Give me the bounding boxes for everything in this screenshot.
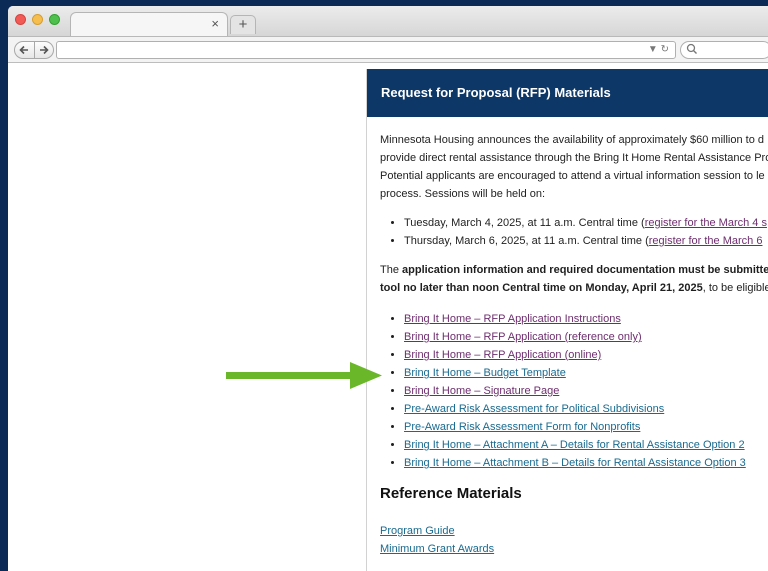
document-link[interactable]: Bring It Home – Signature Page bbox=[404, 385, 559, 397]
register-link-march-4[interactable]: register for the March 4 s bbox=[645, 217, 767, 229]
window-controls bbox=[15, 14, 60, 25]
list-item: Bring It Home – Attachment A – Details f… bbox=[404, 436, 768, 454]
browser-tab[interactable]: × bbox=[70, 12, 228, 36]
arrow-left-icon bbox=[19, 45, 29, 55]
nav-buttons bbox=[14, 41, 54, 59]
submit-text: The bbox=[380, 264, 403, 276]
list-item: Bring It Home – Signature Page bbox=[404, 382, 768, 400]
program-guide-link[interactable]: Program Guide bbox=[380, 525, 455, 537]
list-item: Bring It Home – Attachment B – Details f… bbox=[404, 454, 768, 472]
list-item: Bring It Home – RFP Application (online) bbox=[404, 346, 768, 364]
document-link[interactable]: Pre-Award Risk Assessment Form for Nonpr… bbox=[404, 421, 640, 433]
intro-line: provide direct rental assistance through… bbox=[380, 152, 768, 164]
address-bar[interactable]: ▼ ↻ bbox=[56, 41, 676, 59]
list-item: Bring It Home – RFP Application Instruct… bbox=[404, 310, 768, 328]
close-window-button[interactable] bbox=[15, 14, 26, 25]
rfp-panel: Request for Proposal (RFP) Materials Min… bbox=[366, 69, 768, 571]
forward-button[interactable] bbox=[35, 42, 54, 58]
minimize-window-button[interactable] bbox=[32, 14, 43, 25]
list-item: Tuesday, March 4, 2025, at 11 a.m. Centr… bbox=[404, 214, 768, 232]
intro-line: process. Sessions will be held on: bbox=[380, 188, 546, 200]
document-link[interactable]: Bring It Home – Attachment A – Details f… bbox=[404, 439, 745, 451]
browser-toolbar: ▼ ↻ bbox=[8, 36, 768, 63]
intro-paragraph: Minnesota Housing announces the availabi… bbox=[380, 131, 768, 203]
tab-close-icon[interactable]: × bbox=[211, 16, 219, 31]
intro-line: Minnesota Housing announces the availabi… bbox=[380, 134, 765, 146]
document-link[interactable]: Pre-Award Risk Assessment for Political … bbox=[404, 403, 664, 415]
document-link[interactable]: Bring It Home – RFP Application (referen… bbox=[404, 331, 642, 343]
list-item: Bring It Home – RFP Application (referen… bbox=[404, 328, 768, 346]
reference-list: Program Guide Minimum Grant Awards bbox=[380, 522, 768, 558]
new-tab-button[interactable]: + bbox=[230, 15, 256, 34]
dropdown-icon[interactable]: ▼ bbox=[648, 44, 658, 55]
panel-body: Minnesota Housing announces the availabi… bbox=[367, 131, 768, 558]
session-text: Tuesday, March 4, 2025, at 11 a.m. Centr… bbox=[404, 217, 645, 229]
submission-paragraph: The application information and required… bbox=[380, 261, 768, 297]
browser-window: × + ▼ ↻ Request for Proposal (RFP) Mater… bbox=[8, 6, 768, 571]
submit-bold-text: application information and required doc… bbox=[402, 264, 768, 276]
panel-title: Request for Proposal (RFP) Materials bbox=[367, 69, 768, 117]
reference-heading: Reference Materials bbox=[380, 485, 522, 502]
list-item: Pre-Award Risk Assessment for Political … bbox=[404, 400, 768, 418]
back-button[interactable] bbox=[15, 42, 35, 58]
document-list: Bring It Home – RFP Application Instruct… bbox=[380, 310, 768, 472]
document-link[interactable]: Bring It Home – RFP Application Instruct… bbox=[404, 313, 621, 325]
document-link[interactable]: Bring It Home – RFP Application (online) bbox=[404, 349, 601, 361]
document-link[interactable]: Bring It Home – Attachment B – Details f… bbox=[404, 457, 746, 469]
annotation-arrow-icon bbox=[226, 362, 382, 389]
page-content: Request for Proposal (RFP) Materials Min… bbox=[8, 63, 768, 571]
reload-icon[interactable]: ↻ bbox=[661, 44, 669, 55]
arrow-right-icon bbox=[39, 45, 49, 55]
intro-line: Potential applicants are encouraged to a… bbox=[380, 170, 765, 182]
submit-text: , to be eligible bbox=[702, 282, 768, 294]
budget-template-link[interactable]: Bring It Home – Budget Template bbox=[404, 367, 566, 379]
minimum-grant-awards-link[interactable]: Minimum Grant Awards bbox=[380, 543, 494, 555]
search-input[interactable] bbox=[680, 41, 768, 59]
maximize-window-button[interactable] bbox=[49, 14, 60, 25]
list-item: Thursday, March 6, 2025, at 11 a.m. Cent… bbox=[404, 232, 768, 250]
session-text: Thursday, March 6, 2025, at 11 a.m. Cent… bbox=[404, 235, 649, 247]
list-item: Pre-Award Risk Assessment Form for Nonpr… bbox=[404, 418, 768, 436]
search-icon bbox=[686, 43, 697, 54]
url-bar-icons: ▼ ↻ bbox=[648, 42, 669, 58]
register-link-march-6[interactable]: register for the March 6 bbox=[649, 235, 763, 247]
session-list: Tuesday, March 4, 2025, at 11 a.m. Centr… bbox=[380, 214, 768, 250]
list-item: Bring It Home – Budget Template bbox=[404, 364, 768, 382]
submit-bold-text: tool no later than noon Central time on … bbox=[380, 282, 703, 294]
title-bar: × + bbox=[8, 6, 768, 36]
